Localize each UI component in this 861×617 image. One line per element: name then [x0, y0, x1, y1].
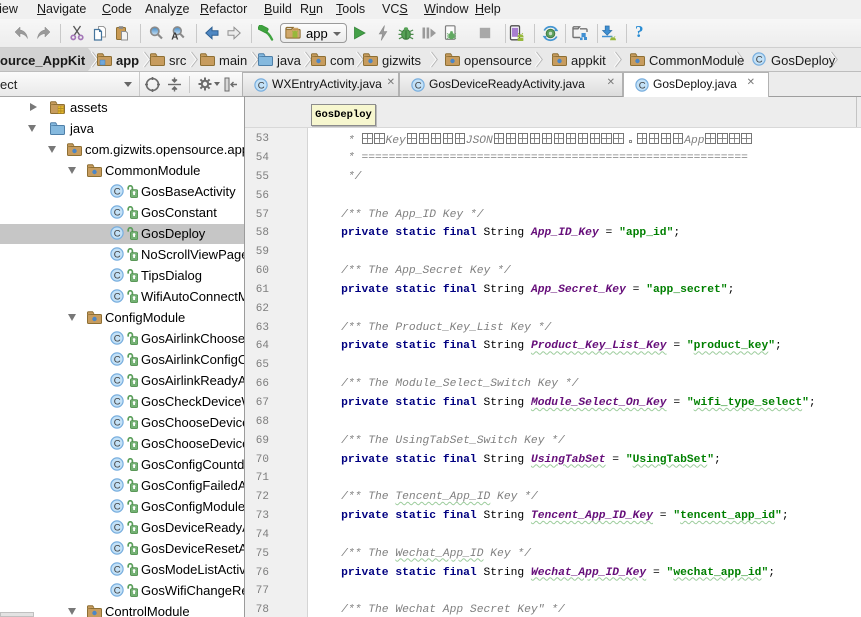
svg-text:C: C [114, 522, 121, 533]
svg-text:C: C [756, 54, 763, 65]
svg-text:C: C [258, 80, 265, 91]
svg-text:C: C [639, 80, 646, 91]
svg-text:C: C [114, 354, 121, 365]
svg-text:C: C [114, 543, 121, 554]
svg-text:C: C [114, 249, 121, 260]
svg-text:C: C [114, 291, 121, 302]
svg-text:C: C [114, 396, 121, 407]
svg-text:C: C [114, 228, 121, 239]
svg-text:C: C [114, 375, 121, 386]
svg-text:C: C [415, 80, 422, 91]
svg-text:C: C [114, 270, 121, 281]
svg-text:C: C [114, 564, 121, 575]
svg-text:C: C [114, 207, 121, 218]
svg-text:C: C [114, 501, 121, 512]
svg-text:C: C [114, 417, 121, 428]
svg-text:A: A [171, 32, 178, 41]
svg-text:C: C [114, 186, 121, 197]
svg-text:C: C [114, 480, 121, 491]
svg-text:C: C [114, 333, 121, 344]
svg-text:C: C [114, 459, 121, 470]
svg-text:C: C [114, 438, 121, 449]
svg-text:C: C [114, 585, 121, 596]
